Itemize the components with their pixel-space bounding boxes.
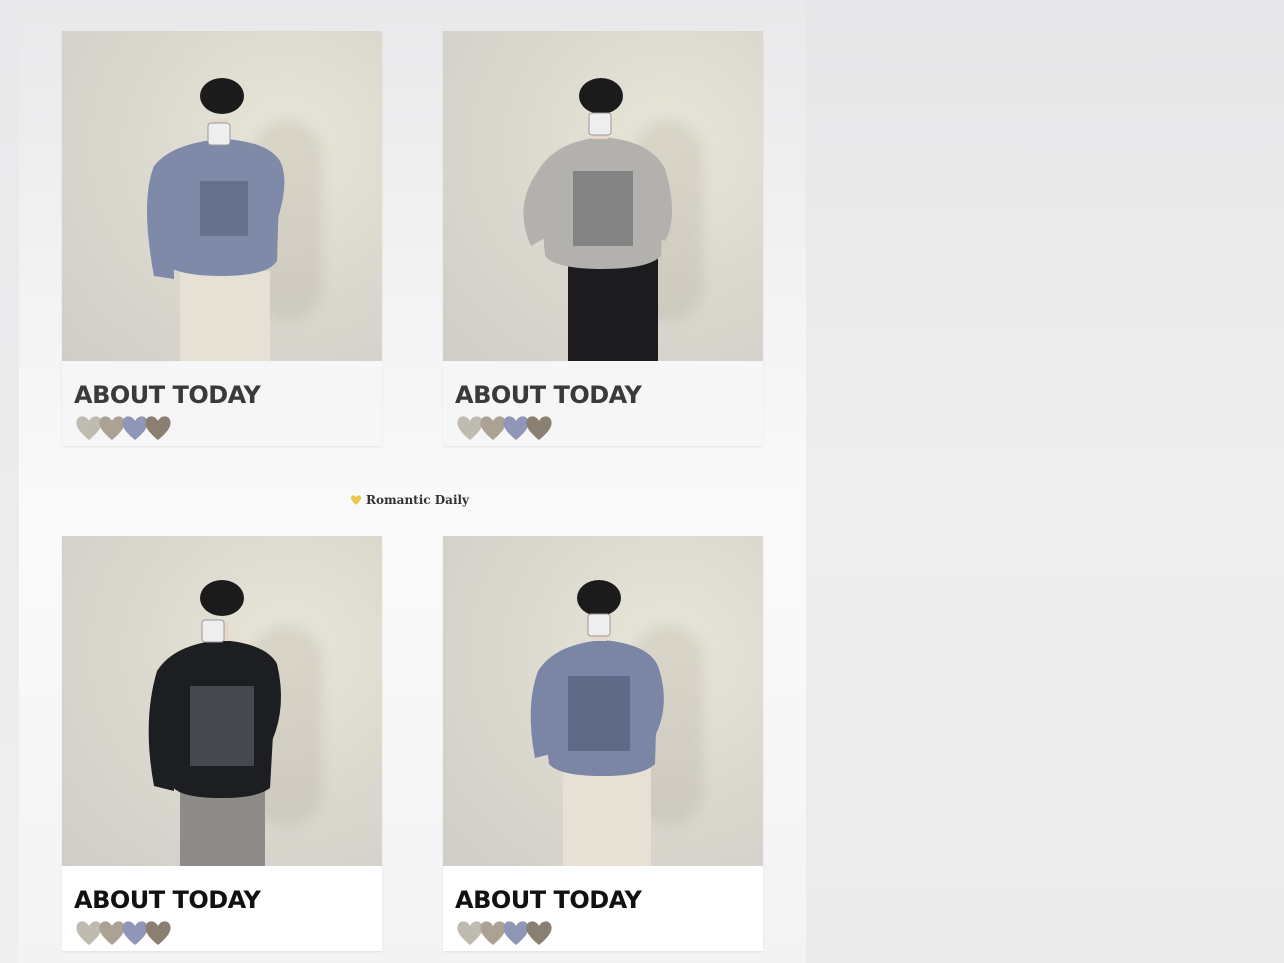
heart-icon (526, 921, 552, 945)
caption: ABOUT TODAY (62, 361, 382, 446)
caption-title: ABOUT TODAY (74, 886, 261, 914)
model-figure-2 (523, 78, 672, 361)
phone (207, 122, 231, 146)
outfit-card-3[interactable]: ABOUT TODAY (62, 536, 382, 951)
caption: ABOUT TODAY (443, 866, 763, 951)
phone (201, 619, 225, 643)
yellow-heart-icon (350, 495, 362, 505)
product-detail-page[interactable]: ABOUT TODAY ABOUT TODAY Romantic Daily A… (19, 0, 806, 963)
outfit-card-1[interactable]: ABOUT TODAY (62, 31, 382, 446)
outfit-photo-1[interactable] (62, 31, 382, 361)
model-figure-1 (147, 78, 285, 361)
outfit-photo-2[interactable] (443, 31, 763, 361)
pants (568, 256, 658, 361)
caption: ABOUT TODAY (62, 866, 382, 951)
print-graphic (573, 171, 633, 246)
sweater-left-sleeve (530, 671, 551, 758)
sweater-left-sleeve (148, 671, 174, 791)
model-figure-4 (530, 580, 664, 866)
right-empty-panel (806, 0, 1284, 963)
hair (200, 78, 244, 114)
left-margin (0, 0, 19, 963)
color-hearts (74, 413, 382, 443)
tagline-text: Romantic Daily (366, 493, 470, 507)
hair (200, 580, 244, 616)
caption-title: ABOUT TODAY (74, 381, 261, 409)
outfit-photo-3[interactable] (62, 536, 382, 866)
color-hearts (455, 413, 763, 443)
pants (180, 786, 265, 866)
phone (588, 112, 612, 136)
print-graphic (200, 181, 248, 236)
pants (563, 766, 651, 866)
outfit-photo-4[interactable] (443, 536, 763, 866)
color-hearts (455, 918, 763, 948)
sweater-right-sleeve (262, 664, 281, 741)
outfit-card-2[interactable]: ABOUT TODAY (443, 31, 763, 446)
model-figure-3 (148, 580, 281, 866)
hair (579, 78, 623, 114)
caption-title: ABOUT TODAY (455, 886, 642, 914)
heart-icon (526, 416, 552, 440)
heart-icon (145, 416, 171, 440)
print-graphic (190, 686, 254, 766)
phone (587, 613, 611, 637)
caption-title: ABOUT TODAY (455, 381, 642, 409)
hair (577, 580, 621, 616)
sweater-left-sleeve (523, 171, 551, 246)
print-graphic (568, 676, 630, 751)
viewport: ABOUT TODAY ABOUT TODAY Romantic Daily A… (0, 0, 1284, 963)
heart-icon (145, 921, 171, 945)
caption: ABOUT TODAY (443, 361, 763, 446)
sweater-left-sleeve (147, 166, 174, 279)
tagline: Romantic Daily (350, 493, 469, 507)
sweater-right-sleeve (653, 169, 672, 241)
color-hearts (74, 918, 382, 948)
outfit-card-4[interactable]: ABOUT TODAY (443, 536, 763, 951)
pants (180, 271, 270, 361)
